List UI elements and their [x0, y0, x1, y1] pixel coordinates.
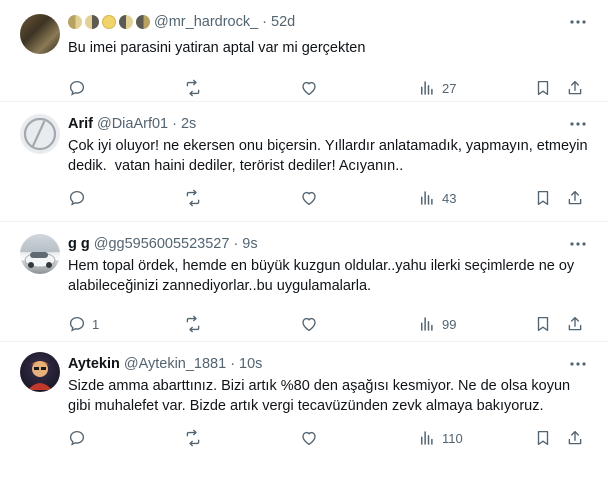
tweet[interactable]: Arif @DiaArf01 · 2s Çok iyi oluyor! ne e…	[0, 102, 608, 222]
tweet-header: Aytekin @Aytekin_1881 · 10s	[68, 354, 592, 374]
user-handle[interactable]: @DiaArf01	[97, 114, 168, 134]
retweet-button[interactable]	[184, 189, 208, 207]
bookmark-icon	[537, 316, 549, 332]
analytics-icon	[421, 317, 433, 331]
display-name[interactable]: Aytekin	[68, 354, 120, 374]
more-options-icon[interactable]	[568, 12, 588, 32]
bookmark-button[interactable]	[534, 189, 552, 207]
heart-icon	[302, 191, 316, 206]
share-icon	[568, 430, 582, 445]
full-moon-icon	[102, 15, 116, 29]
like-button[interactable]	[300, 315, 324, 333]
bookmark-icon	[537, 80, 549, 96]
bookmark-icon	[537, 430, 549, 446]
retweet-icon	[186, 315, 200, 333]
avatar[interactable]	[20, 114, 60, 154]
view-count: 110	[442, 430, 463, 446]
display-name[interactable]: g g	[68, 234, 90, 254]
tweet-actions: 43	[68, 182, 592, 214]
tweet-text: Hem topal ördek, hemde en büyük kuzgun o…	[68, 258, 579, 294]
waxing-moon-icon	[136, 15, 150, 29]
analytics-icon	[421, 81, 433, 95]
avatar[interactable]	[20, 352, 60, 392]
views-button[interactable]: 27	[418, 79, 456, 97]
reply-button[interactable]	[68, 79, 92, 97]
separator-dot: ·	[233, 236, 239, 252]
user-handle[interactable]: @gg5956005523527	[94, 234, 230, 254]
tweet-timestamp[interactable]: 52d	[271, 12, 295, 32]
heart-icon	[302, 81, 316, 96]
separator-dot: ·	[230, 356, 236, 372]
avatar[interactable]	[20, 234, 60, 274]
heart-icon	[302, 431, 316, 446]
retweet-icon	[186, 79, 200, 97]
retweet-button[interactable]	[184, 429, 208, 447]
bookmark-icon	[537, 190, 549, 206]
share-icon	[568, 80, 582, 95]
tweet-actions: 27	[68, 72, 592, 104]
tweet-timestamp[interactable]: 2s	[181, 114, 196, 134]
reply-icon	[69, 316, 85, 332]
tweet[interactable]: Aytekin @Aytekin_1881 · 10s Sizde amma a…	[0, 342, 608, 494]
retweet-button[interactable]	[184, 315, 208, 333]
waning-moon-icon	[68, 15, 82, 29]
tweet[interactable]: @mr_hardrock_ · 52d Bu imei parasini yat…	[0, 0, 608, 102]
view-count: 43	[442, 190, 457, 206]
tweet-header: Arif @DiaArf01 · 2s	[68, 114, 592, 134]
first-quarter-moon-icon	[119, 15, 133, 29]
reply-button[interactable]	[68, 189, 92, 207]
analytics-icon	[421, 431, 433, 445]
bookmark-button[interactable]	[534, 79, 552, 97]
reply-count: 1	[92, 316, 100, 332]
display-name-emojis[interactable]	[68, 15, 150, 29]
view-count: 99	[442, 316, 457, 332]
tweet[interactable]: g g @gg5956005523527 · 9s Hem topal örde…	[0, 222, 608, 342]
bookmark-button[interactable]	[534, 429, 552, 447]
share-button[interactable]	[566, 315, 584, 333]
tweet-timestamp[interactable]: 9s	[242, 234, 257, 254]
tweet-text: Bu imei parasini yatiran aptal var mi ge…	[68, 40, 366, 56]
views-button[interactable]: 110	[418, 429, 463, 447]
share-button[interactable]	[566, 79, 584, 97]
reply-icon	[69, 190, 85, 206]
tweet-text: Sizde amma abarttınız. Bizi artık %80 de…	[68, 378, 575, 414]
heart-icon	[302, 317, 316, 332]
more-options-icon[interactable]	[568, 114, 588, 134]
tweet-actions: 110	[68, 422, 592, 454]
retweet-icon	[186, 429, 200, 447]
tweet-actions: 1 99	[68, 308, 592, 340]
retweet-icon	[186, 189, 200, 207]
share-button[interactable]	[566, 429, 584, 447]
reply-button[interactable]: 1	[68, 315, 99, 333]
views-button[interactable]: 99	[418, 315, 456, 333]
last-quarter-moon-icon	[85, 15, 99, 29]
reply-icon	[69, 430, 85, 446]
separator-dot: ·	[262, 14, 268, 30]
tweet-timestamp[interactable]: 10s	[239, 354, 262, 374]
like-button[interactable]	[300, 429, 324, 447]
views-button[interactable]: 43	[418, 189, 456, 207]
retweet-button[interactable]	[184, 79, 208, 97]
display-name[interactable]: Arif	[68, 114, 93, 134]
reply-button[interactable]	[68, 429, 92, 447]
share-icon	[568, 190, 582, 205]
more-options-icon[interactable]	[568, 354, 588, 374]
view-count: 27	[442, 80, 457, 96]
analytics-icon	[421, 191, 433, 205]
like-button[interactable]	[300, 189, 324, 207]
tweet-header: g g @gg5956005523527 · 9s	[68, 234, 592, 254]
tweet-header: @mr_hardrock_ · 52d	[68, 12, 592, 32]
separator-dot: ·	[172, 116, 177, 132]
bookmark-button[interactable]	[534, 315, 552, 333]
avatar[interactable]	[20, 14, 60, 54]
share-icon	[568, 316, 582, 331]
tweet-text: Çok iyi oluyor! ne ekersen onu biçersin.…	[68, 138, 592, 174]
more-options-icon[interactable]	[568, 234, 588, 254]
user-handle[interactable]: @mr_hardrock_	[154, 12, 258, 32]
like-button[interactable]	[300, 79, 324, 97]
user-handle[interactable]: @Aytekin_1881	[124, 354, 226, 374]
share-button[interactable]	[566, 189, 584, 207]
reply-icon	[69, 80, 85, 96]
